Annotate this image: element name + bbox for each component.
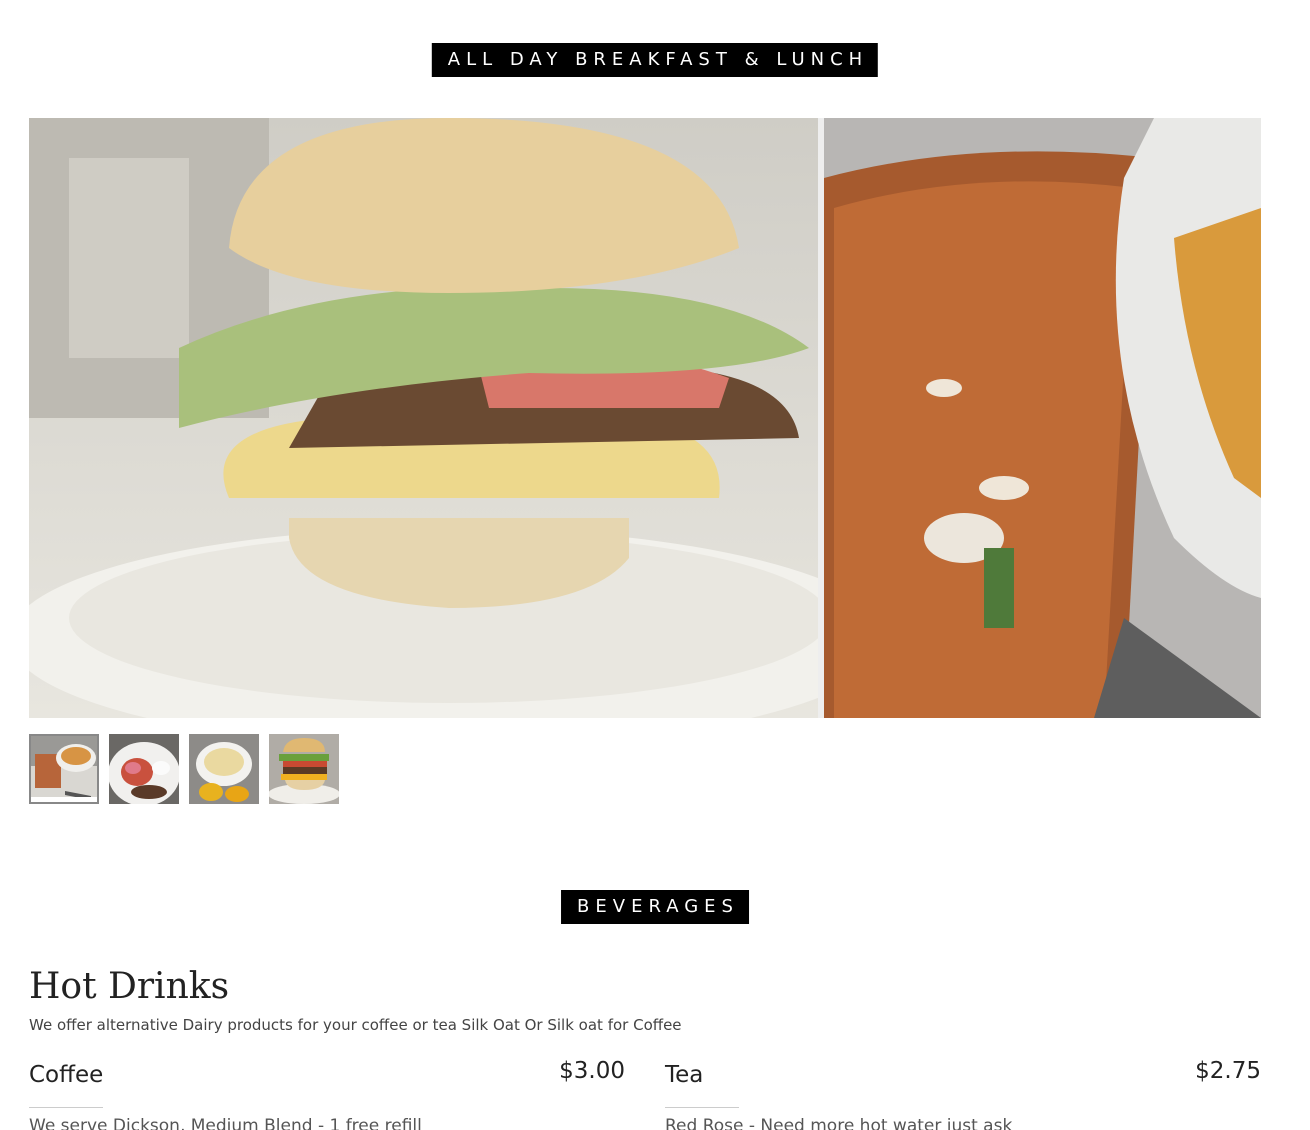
menu-item-name: Coffee xyxy=(29,1062,104,1088)
menu-item-price: $3.00 xyxy=(559,1058,625,1084)
pie-thumb-icon xyxy=(189,734,259,804)
burger-photo xyxy=(29,118,818,718)
thumbnail-sandwich-soup[interactable] xyxy=(29,734,99,804)
thumbnail-pie[interactable] xyxy=(189,734,259,804)
menu-item-divider xyxy=(665,1107,739,1108)
menu-item-name: Tea xyxy=(665,1062,704,1088)
burger-thumb-icon xyxy=(269,734,339,804)
menu-item-price: $2.75 xyxy=(1195,1058,1261,1084)
gallery-slide-burger[interactable] xyxy=(29,118,818,718)
hot-drinks-description: We offer alternative Dairy products for … xyxy=(29,1016,682,1034)
thumbnail-burger[interactable] xyxy=(269,734,339,804)
menu-item-description: We serve Dickson, Medium Blend - 1 free … xyxy=(29,1116,422,1130)
gallery-slide-sandwich[interactable] xyxy=(824,118,1261,718)
hot-drinks-title: Hot Drinks xyxy=(29,966,230,1007)
section-label-breakfast: ALL DAY BREAKFAST & LUNCH xyxy=(431,43,879,77)
plated-meal-thumb-icon xyxy=(109,734,179,804)
section-label-beverages: BEVERAGES xyxy=(561,890,749,924)
gallery-thumbnails xyxy=(29,734,339,804)
sandwich-soup-thumb-icon xyxy=(31,736,97,802)
image-gallery[interactable] xyxy=(29,118,1261,718)
sandwich-soup-photo xyxy=(824,118,1261,718)
thumbnail-plated-meal[interactable] xyxy=(109,734,179,804)
menu-item-divider xyxy=(29,1107,103,1108)
menu-item-description: Red Rose - Need more hot water just ask xyxy=(665,1116,1013,1130)
